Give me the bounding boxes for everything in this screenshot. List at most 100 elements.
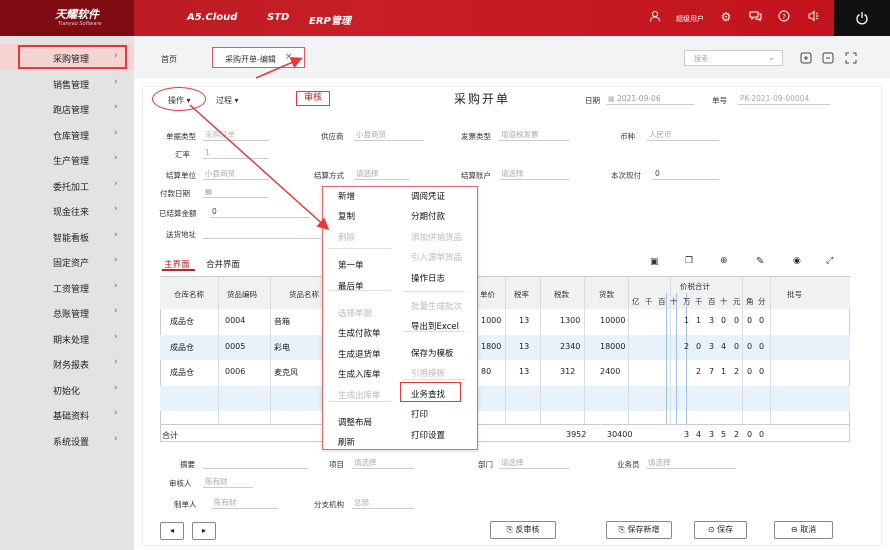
menu-item-left-7[interactable]: 生成退货单 <box>338 348 381 360</box>
table-cell-name[interactable]: 麦克风 <box>274 367 298 378</box>
speaker-icon[interactable] <box>806 10 820 24</box>
table-cell-price[interactable]: 1000 <box>481 316 501 325</box>
settle-method-field[interactable]: 请选择 <box>354 168 409 180</box>
fullscreen-icon[interactable] <box>845 52 857 67</box>
table-cell-amount[interactable]: 10000 <box>600 316 625 325</box>
search-input[interactable]: 搜索 <box>694 54 708 64</box>
menu-item-left-0[interactable]: 新增 <box>338 190 355 202</box>
search-icon[interactable]: ⊕ <box>720 256 728 266</box>
sidebar-item-8[interactable]: 固定资产 › <box>0 248 134 274</box>
collapse-icon[interactable] <box>822 52 834 67</box>
menu-item-left-5[interactable]: 选择单据 <box>338 307 372 319</box>
menu-a5cloud[interactable]: A5.Cloud <box>187 12 237 23</box>
sidebar-item-12[interactable]: 财务报表 › <box>0 350 134 376</box>
table-cell-code[interactable]: 0004 <box>225 316 245 325</box>
menu-item-left-11[interactable]: 刷新 <box>338 436 355 448</box>
target-icon[interactable]: ◉ <box>793 256 801 266</box>
menu-item-left-9[interactable]: 生成出库单 <box>338 389 381 401</box>
table-cell-name[interactable]: 音箱 <box>274 316 290 327</box>
table-cell-tax-rate[interactable]: 13 <box>519 367 529 376</box>
menu-item-right-4[interactable]: 操作日志 <box>411 272 445 284</box>
save-new-button[interactable]: ⎘ 保存新增 <box>606 521 672 539</box>
table-cell-warehouse[interactable]: 成品仓 <box>170 316 194 327</box>
clerk-field[interactable]: 请选择 <box>646 457 736 469</box>
purchase-type-field[interactable]: 采购订单 <box>203 129 269 141</box>
prev-button[interactable]: ◂ <box>160 522 184 540</box>
gear-icon[interactable]: ⚙ <box>719 10 733 24</box>
table-cell-warehouse[interactable]: 成品仓 <box>170 367 194 378</box>
supplier-field[interactable]: 小县商贸 <box>354 129 424 141</box>
settle-account-field[interactable]: 请选择 <box>499 168 569 180</box>
copy-icon[interactable]: ❐ <box>685 256 693 266</box>
expand-icon[interactable] <box>800 52 812 67</box>
user-icon[interactable] <box>648 10 662 24</box>
tab-active[interactable]: 采购开单-编辑 × <box>212 47 305 68</box>
sidebar-item-3[interactable]: 仓库管理 › <box>0 121 134 147</box>
help-icon[interactable]: ? <box>777 10 791 24</box>
sidebar-item-15[interactable]: 系统设置 › <box>0 427 134 453</box>
menu-item-right-5[interactable]: 批量生成批次 <box>411 300 462 312</box>
resize-icon[interactable]: ⤢ <box>826 256 833 266</box>
table-cell-price[interactable]: 80 <box>481 367 491 376</box>
sidebar-item-6[interactable]: 现金往来 › <box>0 197 134 223</box>
sidebar-item-5[interactable]: 委托加工 › <box>0 172 134 198</box>
currency-field[interactable]: 人民币 <box>647 129 719 141</box>
invoice-type-field[interactable]: 增值税发票 <box>499 129 569 141</box>
table-cell-tax-amount[interactable]: 2340 <box>560 342 580 351</box>
menu-item-left-10[interactable]: 调整布局 <box>338 416 372 428</box>
no-field[interactable]: PK-2021-09-00004 <box>738 93 830 105</box>
menu-item-left-4[interactable]: 最后单 <box>338 280 364 292</box>
user-name[interactable]: 超级用户 <box>676 14 704 24</box>
menu-std[interactable]: STD <box>267 12 289 23</box>
settle-unit-field[interactable]: 小县商贸 <box>203 168 269 180</box>
subtab-merge[interactable]: 合并界面 <box>206 258 240 270</box>
table-cell-code[interactable]: 0005 <box>225 342 245 351</box>
project-field[interactable]: 请选择 <box>352 457 414 469</box>
sidebar-item-4[interactable]: 生产管理 › <box>0 146 134 172</box>
next-button[interactable]: ▸ <box>192 522 216 540</box>
chat-icon[interactable] <box>748 10 762 24</box>
address-field[interactable] <box>203 227 321 239</box>
sidebar-item-11[interactable]: 期末处理 › <box>0 325 134 351</box>
sidebar-item-10[interactable]: 总账管理 › <box>0 299 134 325</box>
pay-date-field[interactable]: ▦ <box>203 186 269 198</box>
sidebar-item-9[interactable]: 工资管理 › <box>0 274 134 300</box>
tab-home[interactable]: 首页 <box>161 54 177 65</box>
menu-item-right-2[interactable]: 添加供销货品 <box>411 231 462 243</box>
power-button[interactable] <box>834 0 890 36</box>
menu-item-left-8[interactable]: 生成入库单 <box>338 368 381 380</box>
table-cell-code[interactable]: 0006 <box>225 367 245 376</box>
table-cell-amount[interactable]: 2400 <box>600 367 620 376</box>
chevron-down-icon[interactable]: ⌄ <box>768 53 775 62</box>
sidebar-item-2[interactable]: 跑店管理 › <box>0 95 134 121</box>
menu-item-left-6[interactable]: 生成付款单 <box>338 327 381 339</box>
menu-item-right-0[interactable]: 调阅凭证 <box>411 190 445 202</box>
menu-item-right-11[interactable]: 打印设置 <box>411 429 445 441</box>
search-box[interactable]: 搜索 ⌄ <box>684 50 783 66</box>
menu-item-right-8[interactable]: 引用模板 <box>411 367 445 379</box>
menu-item-right-1[interactable]: 分期付款 <box>411 210 445 222</box>
table-cell-price[interactable]: 1800 <box>481 342 501 351</box>
process-menu-button[interactable]: 过程 ▾ <box>216 95 239 106</box>
dept-field[interactable]: 请选择 <box>499 457 569 469</box>
audit-button[interactable]: 审核 <box>296 91 330 106</box>
summary-field[interactable] <box>203 457 308 469</box>
menu-item-left-3[interactable]: 第一单 <box>338 259 364 271</box>
menu-item-right-6[interactable]: 导出到Excel <box>411 320 459 332</box>
menu-item-right-7[interactable]: 保存为模板 <box>411 347 454 359</box>
close-icon[interactable]: × <box>285 52 293 62</box>
sidebar-item-13[interactable]: 初始化 › <box>0 376 134 402</box>
sidebar-item-7[interactable]: 智能看板 › <box>0 223 134 249</box>
menu-item-right-10[interactable]: 打印 <box>411 408 428 420</box>
table-cell-tax-amount[interactable]: 1300 <box>560 316 580 325</box>
sidebar-item-1[interactable]: 销售管理 › <box>0 70 134 96</box>
pencil-icon[interactable]: ✎ <box>756 256 764 267</box>
table-cell-tax-rate[interactable]: 13 <box>519 342 529 351</box>
this-pay-field[interactable]: 0 <box>653 168 719 180</box>
table-cell-name[interactable]: 彩电 <box>274 342 290 353</box>
rate-field[interactable]: 1 <box>203 147 269 159</box>
settled-field[interactable]: 0 <box>210 206 310 218</box>
table-cell-warehouse[interactable]: 成品仓 <box>170 342 194 353</box>
calculator-icon[interactable]: ▣ <box>650 257 659 267</box>
menu-erp[interactable]: ERP管理 <box>309 12 351 27</box>
